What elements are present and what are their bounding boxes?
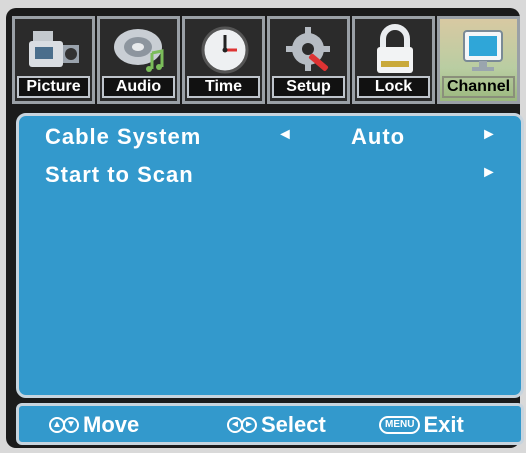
tab-label: Time: [187, 76, 260, 98]
menu-item-value: Auto: [351, 124, 406, 149]
down-key-icon: ▼: [63, 417, 79, 433]
tab-bar: Picture Audio Time Setup Lock Channel: [12, 16, 522, 106]
menu-item-cable-system[interactable]: Cable System ◄ Auto ►: [19, 120, 521, 154]
monitor-icon: [463, 30, 503, 71]
select-label: Select: [261, 412, 326, 437]
tab-audio[interactable]: Audio: [97, 16, 180, 104]
menu-item-label: Start to Scan: [45, 162, 194, 187]
menu-item-start-to-scan[interactable]: Start to Scan ►: [19, 158, 521, 192]
exit-hint: MENU Exit: [379, 412, 464, 438]
tab-label: Setup: [272, 76, 345, 98]
move-hint: ▲ ▼ Move: [49, 412, 139, 438]
select-hint: ◄ ► Select: [227, 412, 326, 438]
tab-label: Picture: [17, 76, 90, 98]
right-key-icon: ►: [241, 417, 257, 433]
exit-label: Exit: [423, 412, 464, 437]
tab-label: Channel: [442, 76, 515, 98]
footer-hints: ▲ ▼ Move ◄ ► Select MENU Exit: [16, 403, 524, 445]
move-label: Move: [83, 412, 140, 437]
tab-lock[interactable]: Lock: [352, 16, 435, 104]
right-arrow-icon[interactable]: ►: [481, 126, 498, 144]
gear-wrench-icon: [286, 27, 330, 71]
channel-menu-panel: Cable System ◄ Auto ► Start to Scan ►: [16, 113, 524, 398]
tab-channel[interactable]: Channel: [437, 16, 520, 104]
tab-time[interactable]: Time: [182, 16, 265, 104]
right-arrow-icon[interactable]: ►: [481, 164, 498, 182]
camcorder-icon: [29, 31, 79, 67]
clock-icon: [201, 26, 249, 74]
padlock-icon: [377, 24, 413, 73]
menu-item-label: Cable System: [45, 124, 202, 149]
tab-label: Lock: [357, 76, 430, 98]
tab-picture[interactable]: Picture: [12, 16, 95, 104]
menu-key-icon: MENU: [379, 416, 421, 434]
speaker-note-icon: [114, 29, 164, 72]
tab-label: Audio: [102, 76, 175, 98]
tab-setup[interactable]: Setup: [267, 16, 350, 104]
left-arrow-icon[interactable]: ◄: [277, 126, 294, 144]
